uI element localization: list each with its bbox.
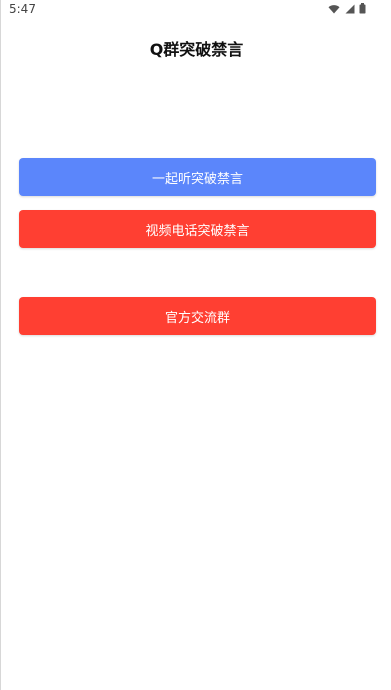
app-screen: 5:47 Q群突破禁言 一起听突破禁言 视频电话突破禁言 官方交流群 xyxy=(0,0,391,690)
status-icons xyxy=(328,3,366,14)
wifi-icon xyxy=(328,4,340,13)
listen-together-button[interactable]: 一起听突破禁言 xyxy=(19,158,376,196)
status-time: 5:47 xyxy=(9,2,36,16)
status-bar: 5:47 xyxy=(1,0,391,20)
page-title: Q群突破禁言 xyxy=(149,40,244,59)
battery-icon xyxy=(359,3,366,14)
signal-icon xyxy=(345,4,355,13)
video-call-button[interactable]: 视频电话突破禁言 xyxy=(19,210,376,248)
app-bar: Q群突破禁言 xyxy=(1,26,391,70)
official-group-button[interactable]: 官方交流群 xyxy=(19,297,376,335)
